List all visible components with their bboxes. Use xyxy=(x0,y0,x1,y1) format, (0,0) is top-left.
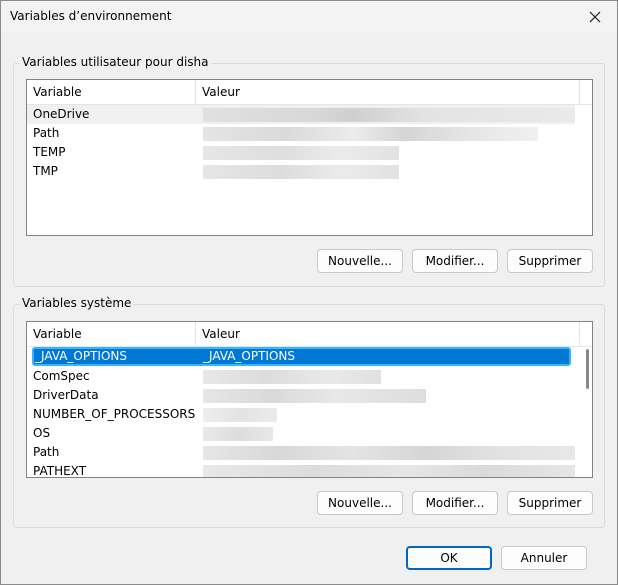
user-new-button[interactable]: Nouvelle... xyxy=(317,249,403,273)
column-header-value[interactable]: Valeur xyxy=(196,322,580,346)
list-item[interactable]: OneDrive xyxy=(27,105,575,124)
list-item[interactable]: OS xyxy=(27,424,575,443)
system-new-button[interactable]: Nouvelle... xyxy=(317,491,403,515)
system-variables-list[interactable]: Variable Valeur _JAVA_OPTIONS _JAVA_OPTI… xyxy=(26,321,593,478)
user-edit-button[interactable]: Modifier... xyxy=(412,249,498,273)
user-delete-button[interactable]: Supprimer xyxy=(507,249,593,273)
close-button[interactable] xyxy=(573,1,617,32)
column-header-variable[interactable]: Variable xyxy=(27,322,196,346)
variable-value: _JAVA_OPTIONS xyxy=(203,349,296,363)
list-item[interactable]: TEMP xyxy=(27,143,575,162)
user-list-header: Variable Valeur xyxy=(27,80,592,105)
list-item[interactable]: TMP xyxy=(27,162,575,181)
system-variables-label: Variables système xyxy=(20,296,134,310)
blurred-value xyxy=(203,465,575,477)
list-item[interactable]: DriverData xyxy=(27,386,575,405)
column-header-variable[interactable]: Variable xyxy=(27,80,196,104)
system-list-header: Variable Valeur xyxy=(27,322,592,347)
variable-name: PATHEXT xyxy=(33,464,87,478)
blurred-value xyxy=(203,165,399,179)
blurred-value xyxy=(203,446,575,460)
variable-name: TMP xyxy=(33,164,58,178)
dialog-title: Variables d’environnement xyxy=(10,9,172,23)
variable-name: _JAVA_OPTIONS xyxy=(35,349,128,363)
title-bar: Variables d’environnement xyxy=(1,1,617,32)
blurred-value xyxy=(203,127,538,141)
blurred-value xyxy=(203,370,381,384)
list-item-selected[interactable]: _JAVA_OPTIONS _JAVA_OPTIONS xyxy=(32,347,571,366)
column-header-value[interactable]: Valeur xyxy=(196,80,580,104)
blurred-value xyxy=(203,408,277,422)
system-list-scrollbar[interactable] xyxy=(582,347,592,475)
variable-name: Path xyxy=(33,126,60,140)
list-item[interactable]: NUMBER_OF_PROCESSORS xyxy=(27,405,575,424)
cancel-button[interactable]: Annuler xyxy=(501,546,587,570)
variable-name: DriverData xyxy=(33,388,99,402)
user-variables-list[interactable]: Variable Valeur OneDrive Path TEMP TMP xyxy=(26,79,593,236)
blurred-value xyxy=(203,108,575,122)
variable-name: ComSpec xyxy=(33,369,90,383)
variable-name: OneDrive xyxy=(33,107,90,121)
user-variables-label: Variables utilisateur pour disha xyxy=(20,55,211,69)
blurred-value xyxy=(203,146,399,160)
blurred-value xyxy=(203,427,273,441)
variable-name: TEMP xyxy=(33,145,66,159)
variable-name: NUMBER_OF_PROCESSORS xyxy=(33,407,196,421)
variable-name: Path xyxy=(33,445,60,459)
list-item[interactable]: ComSpec xyxy=(27,367,575,386)
environment-variables-dialog: Variables d’environnement Variables util… xyxy=(0,0,618,585)
variable-name: OS xyxy=(33,426,51,440)
scrollbar-thumb[interactable] xyxy=(586,349,589,389)
blurred-value xyxy=(203,389,426,403)
system-delete-button[interactable]: Supprimer xyxy=(507,491,593,515)
list-item[interactable]: PATHEXT xyxy=(27,462,575,478)
system-edit-button[interactable]: Modifier... xyxy=(412,491,498,515)
close-icon xyxy=(589,11,601,22)
list-item[interactable]: Path xyxy=(27,443,575,462)
list-item[interactable]: Path xyxy=(27,124,575,143)
ok-button[interactable]: OK xyxy=(406,546,492,570)
